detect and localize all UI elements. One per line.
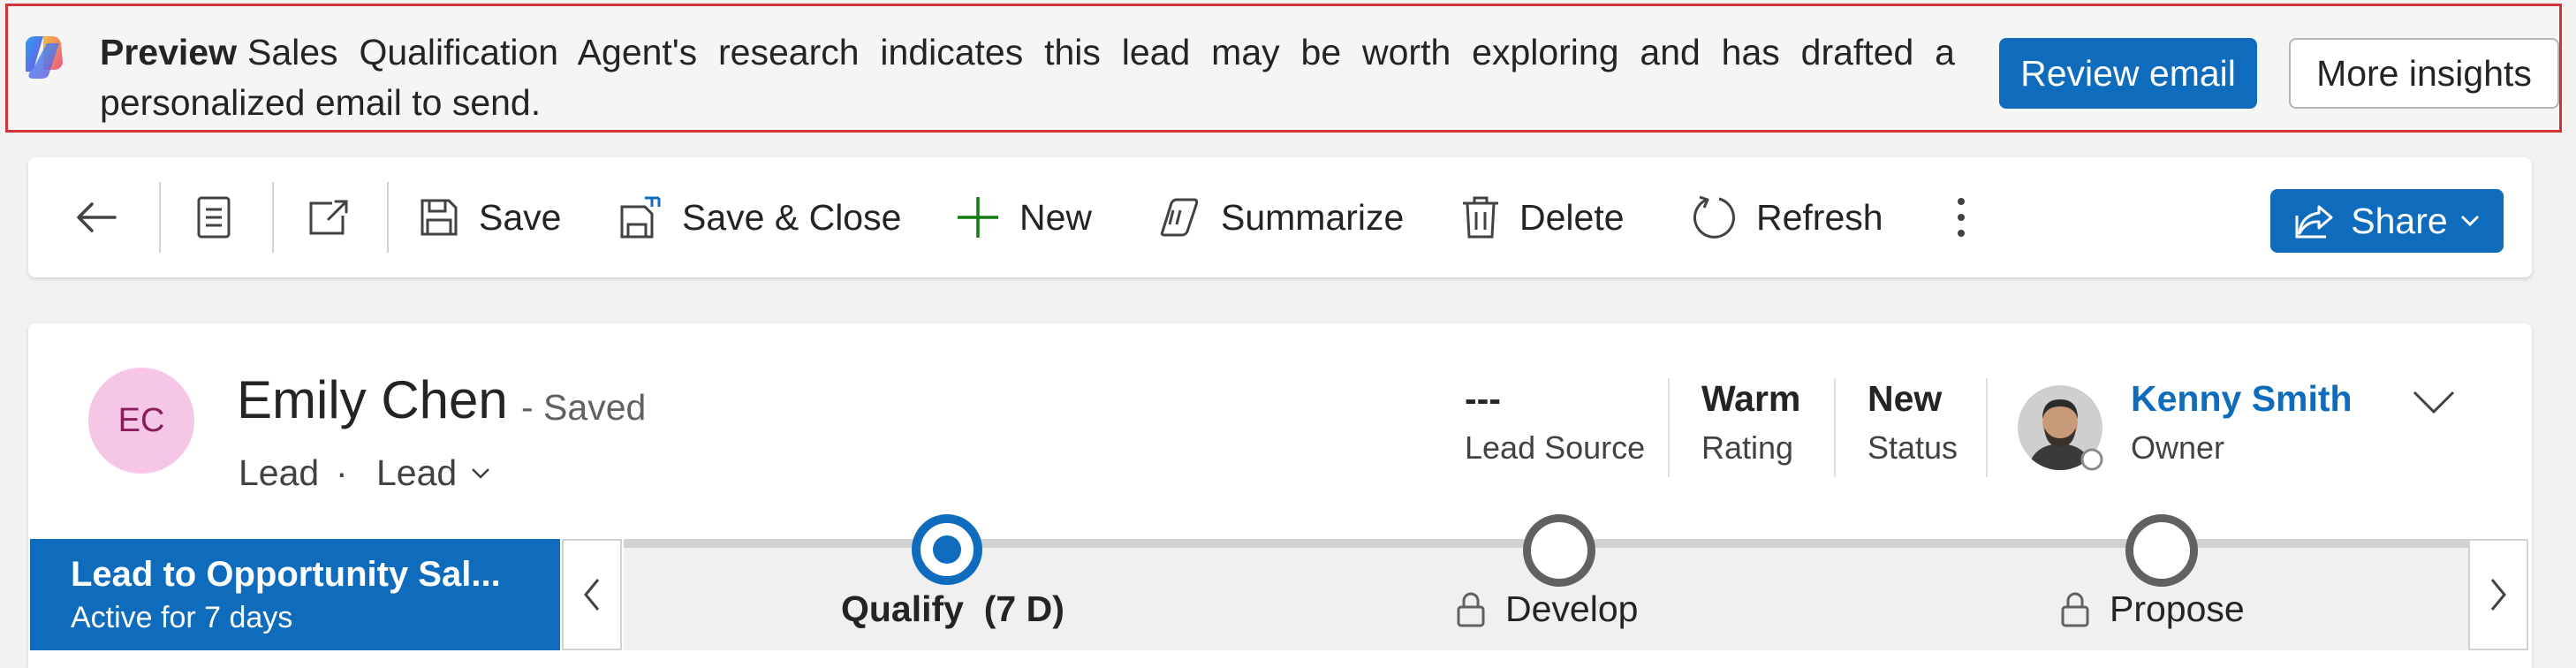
status-value: New — [1868, 378, 1943, 419]
process-flow-selector[interactable]: Lead to Opportunity Sal... Active for 7 … — [30, 539, 560, 650]
owner-avatar — [2018, 385, 2103, 471]
banner-text: Sales Qualification Agent's research ind… — [100, 32, 1955, 123]
previous-stage-button[interactable] — [562, 539, 622, 650]
delete-label: Delete — [1519, 196, 1625, 238]
stage-qualify-marker[interactable] — [912, 514, 982, 585]
separator — [159, 182, 161, 253]
separator — [272, 182, 274, 253]
active-stage-dot — [933, 535, 961, 564]
avatar-initials: EC — [117, 401, 165, 439]
back-button[interactable] — [74, 157, 118, 277]
back-arrow-icon — [77, 202, 117, 232]
banner-message: Preview Sales Qualification Agent's resea… — [100, 27, 1955, 128]
lead-source-value: --- — [1465, 378, 1501, 419]
preview-label: Preview — [100, 32, 237, 72]
stage-qualify-text: Qualify (7 D) — [841, 588, 1064, 629]
save-close-label: Save & Close — [682, 196, 902, 238]
save-label: Save — [479, 196, 562, 238]
owner-label: Owner — [2131, 429, 2225, 466]
refresh-label: Refresh — [1756, 196, 1883, 238]
new-label: New — [1019, 196, 1093, 238]
refresh-icon — [1693, 195, 1735, 239]
new-button[interactable]: New — [956, 157, 1092, 277]
next-stage-button[interactable] — [2468, 539, 2528, 650]
open-new-window-button[interactable] — [306, 157, 350, 277]
stage-develop-text: Develop — [1505, 588, 1639, 629]
save-button[interactable]: Save — [419, 157, 561, 277]
chevron-down-icon — [472, 467, 490, 479]
share-button[interactable]: Share — [2270, 189, 2504, 253]
refresh-button[interactable]: Refresh — [1691, 157, 1883, 277]
copilot-icon — [26, 36, 63, 79]
chevron-right-icon — [2490, 579, 2506, 611]
delete-button[interactable]: Delete — [1461, 157, 1625, 277]
summarize-label: Summarize — [1221, 196, 1405, 238]
plus-icon — [958, 197, 998, 238]
summarize-button[interactable]: Summarize — [1155, 157, 1404, 277]
more-vertical-icon — [1958, 198, 1965, 237]
share-icon — [2295, 205, 2333, 239]
save-close-button[interactable]: Save & Close — [618, 157, 901, 277]
save-status: - Saved — [521, 387, 647, 428]
form-selector[interactable]: Lead — [376, 452, 490, 494]
separator — [1834, 378, 1836, 477]
separator — [387, 182, 389, 253]
separator — [1986, 378, 1988, 477]
more-commands-button[interactable] — [1956, 157, 1966, 277]
stage-propose-label[interactable]: Propose — [2060, 588, 2245, 630]
stage-propose-text: Propose — [2110, 588, 2245, 629]
owner-name-link[interactable]: Kenny Smith — [2131, 378, 2352, 420]
process-duration: Active for 7 days — [71, 601, 293, 634]
form-icon — [197, 196, 231, 239]
save-and-close-icon — [620, 196, 661, 239]
expand-header-chevron-icon[interactable] — [2412, 389, 2456, 415]
form-view-button[interactable] — [196, 157, 231, 277]
stage-develop-marker[interactable] — [1523, 514, 1595, 587]
lock-icon — [1457, 592, 1485, 626]
process-name: Lead to Opportunity Sal... — [71, 555, 501, 594]
form-name: Lead — [376, 452, 458, 493]
share-label: Share — [2351, 200, 2448, 241]
lead-source-label: Lead Source — [1465, 429, 1646, 466]
review-email-button[interactable]: Review email — [1999, 38, 2257, 109]
review-email-label: Review email — [2020, 52, 2236, 94]
copilot-banner: Preview Sales Qualification Agent's resea… — [5, 4, 2562, 133]
status-label: Status — [1868, 429, 1959, 466]
more-insights-label: More insights — [2316, 52, 2532, 94]
rating-value: Warm — [1701, 378, 1801, 419]
lock-icon — [2061, 592, 2089, 626]
chevron-down-icon — [2460, 215, 2479, 227]
trash-icon — [1463, 196, 1498, 239]
record-title: Emily Chen — [237, 370, 508, 429]
avatar: EC — [88, 368, 194, 474]
more-insights-button[interactable]: More insights — [2289, 38, 2559, 109]
save-icon — [420, 199, 458, 236]
command-bar: Save Save & Close New Summarize Delete R… — [28, 157, 2532, 277]
open-in-new-window-icon — [309, 200, 348, 235]
stage-qualify-label[interactable]: Qualify (7 D) — [841, 588, 1064, 630]
separator — [1668, 378, 1670, 477]
stage-develop-label[interactable]: Develop — [1456, 588, 1638, 630]
entity-name: Lead — [239, 452, 320, 493]
rating-label: Rating — [1701, 429, 1794, 466]
summarize-icon — [1160, 198, 1199, 237]
dot-separator: · — [336, 452, 348, 493]
chevron-left-icon — [584, 579, 600, 611]
stage-propose-marker[interactable] — [2125, 514, 2198, 587]
